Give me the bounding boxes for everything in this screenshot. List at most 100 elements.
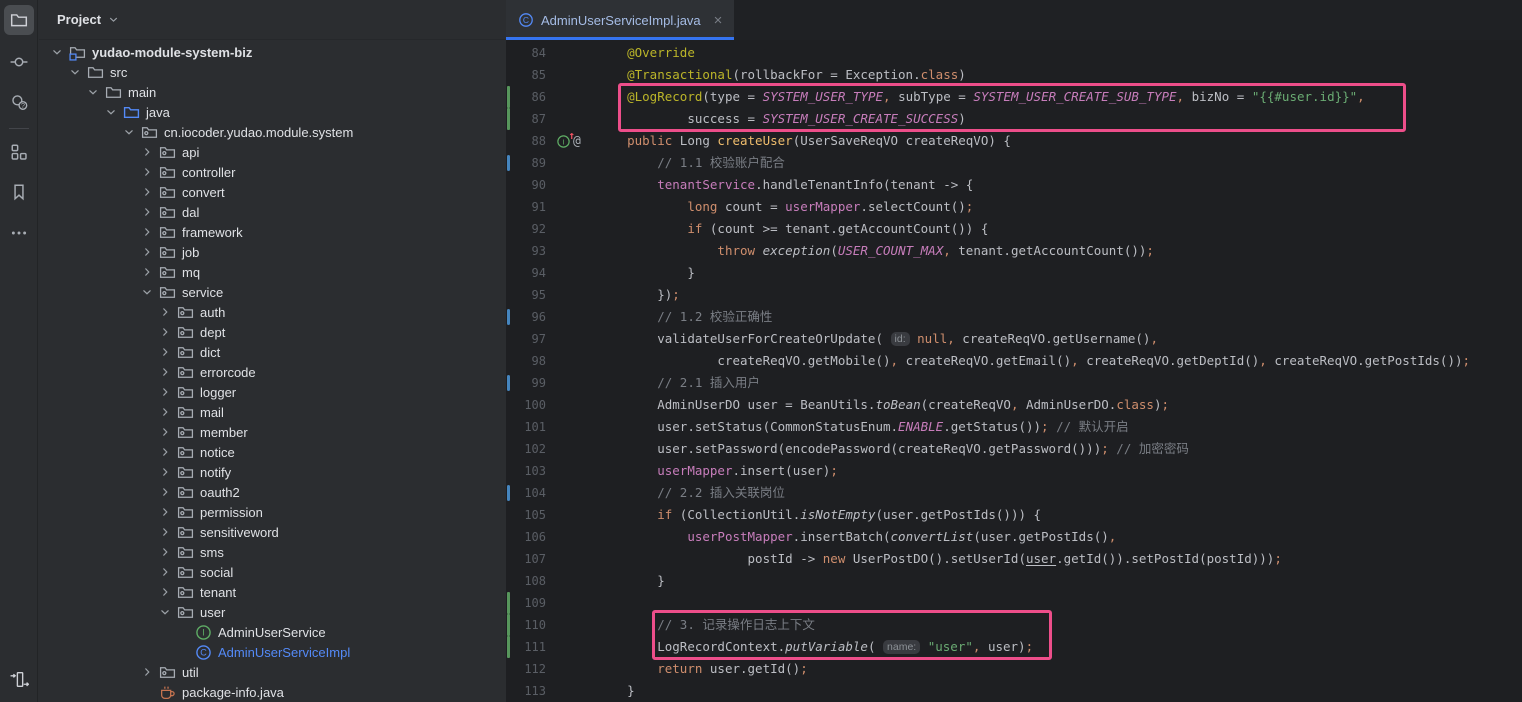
tree-item-permission[interactable]: permission	[39, 502, 506, 522]
line-number[interactable]: 109	[506, 592, 546, 614]
chevron-right-icon[interactable]	[139, 224, 155, 240]
line-number[interactable]: 106	[506, 526, 546, 548]
line-number[interactable]: 102	[506, 438, 546, 460]
line-number[interactable]: 95	[506, 284, 546, 306]
chevron-right-icon[interactable]	[157, 304, 173, 320]
line-number[interactable]: 112	[506, 658, 546, 680]
commit-icon[interactable]	[4, 47, 34, 77]
chevron-down-icon[interactable]	[103, 104, 119, 120]
chevron-right-icon[interactable]	[157, 444, 173, 460]
code-line-108[interactable]: 108 }	[506, 570, 1522, 592]
line-number[interactable]: 98	[506, 350, 546, 372]
tree-item-oauth2[interactable]: oauth2	[39, 482, 506, 502]
line-number[interactable]: 92	[506, 218, 546, 240]
code-line-105[interactable]: 105 if (CollectionUtil.isNotEmpty(user.g…	[506, 504, 1522, 526]
line-number[interactable]: 91	[506, 196, 546, 218]
chevron-down-icon[interactable]	[67, 64, 83, 80]
tree-item-api[interactable]: api	[39, 142, 506, 162]
code-line-87[interactable]: 87 success = SYSTEM_USER_CREATE_SUCCESS)	[506, 108, 1522, 130]
code-line-90[interactable]: 90 tenantService.handleTenantInfo(tenant…	[506, 174, 1522, 196]
tree-item-mail[interactable]: mail	[39, 402, 506, 422]
code-line-97[interactable]: 97 validateUserForCreateOrUpdate( id: nu…	[506, 328, 1522, 350]
chevron-right-icon[interactable]	[139, 184, 155, 200]
chevron-down-icon[interactable]	[107, 13, 120, 26]
line-number[interactable]: 108	[506, 570, 546, 592]
code-line-103[interactable]: 103 userMapper.insert(user);	[506, 460, 1522, 482]
chevron-right-icon[interactable]	[157, 364, 173, 380]
code-line-113[interactable]: 113 }	[506, 680, 1522, 702]
tree-item-mq[interactable]: mq	[39, 262, 506, 282]
line-number[interactable]: 99	[506, 372, 546, 394]
close-icon[interactable]: ×	[714, 13, 723, 28]
line-number[interactable]: 93	[506, 240, 546, 262]
project-tree[interactable]: yudao-module-system-bizsrcmainjavacn.ioc…	[39, 41, 506, 702]
code-line-91[interactable]: 91 long count = userMapper.selectCount()…	[506, 196, 1522, 218]
code-area[interactable]: 84 @Override85 @Transactional(rollbackFo…	[506, 40, 1522, 702]
code-line-95[interactable]: 95 });	[506, 284, 1522, 306]
line-number[interactable]: 103	[506, 460, 546, 482]
code-line-100[interactable]: 100 AdminUserDO user = BeanUtils.toBean(…	[506, 394, 1522, 416]
tree-item-convert[interactable]: convert	[39, 182, 506, 202]
tree-item-member[interactable]: member	[39, 422, 506, 442]
line-number[interactable]: 87	[506, 108, 546, 130]
tree-item-tenant[interactable]: tenant	[39, 582, 506, 602]
bookmarks-icon[interactable]	[4, 177, 34, 207]
line-number[interactable]: 89	[506, 152, 546, 174]
line-number[interactable]: 110	[506, 614, 546, 636]
tree-item-java[interactable]: java	[39, 102, 506, 122]
chevron-right-icon[interactable]	[157, 584, 173, 600]
tree-item-dept[interactable]: dept	[39, 322, 506, 342]
line-number[interactable]: 107	[506, 548, 546, 570]
code-line-96[interactable]: 96 // 1.2 校验正确性	[506, 306, 1522, 328]
line-number[interactable]: 100	[506, 394, 546, 416]
chevron-right-icon[interactable]	[157, 544, 173, 560]
line-number[interactable]: 113	[506, 680, 546, 702]
tree-item-social[interactable]: social	[39, 562, 506, 582]
chevron-down-icon[interactable]	[121, 124, 137, 140]
code-line-84[interactable]: 84 @Override	[506, 42, 1522, 64]
tree-item-service[interactable]: service	[39, 282, 506, 302]
code-line-86[interactable]: 86 @LogRecord(type = SYSTEM_USER_TYPE, s…	[506, 86, 1522, 108]
tree-item-util[interactable]: util	[39, 662, 506, 682]
code-line-110[interactable]: 110 // 3. 记录操作日志上下文	[506, 614, 1522, 636]
chevron-right-icon[interactable]	[139, 144, 155, 160]
tree-item-cn-iocoder-yudao-module-system[interactable]: cn.iocoder.yudao.module.system	[39, 122, 506, 142]
tree-item-sensitiveword[interactable]: sensitiveword	[39, 522, 506, 542]
line-number[interactable]: 85	[506, 64, 546, 86]
code-line-104[interactable]: 104 // 2.2 插入关联岗位	[506, 482, 1522, 504]
chevron-right-icon[interactable]	[139, 164, 155, 180]
tab-adminuserserviceimpl[interactable]: C AdminUserServiceImpl.java ×	[506, 0, 734, 40]
line-number[interactable]: 90	[506, 174, 546, 196]
code-line-102[interactable]: 102 user.setPassword(encodePassword(crea…	[506, 438, 1522, 460]
chevron-right-icon[interactable]	[157, 404, 173, 420]
line-number[interactable]: 94	[506, 262, 546, 284]
code-line-109[interactable]: 109	[506, 592, 1522, 614]
code-line-92[interactable]: 92 if (count >= tenant.getAccountCount()…	[506, 218, 1522, 240]
line-number[interactable]: 84	[506, 42, 546, 64]
tree-item-auth[interactable]: auth	[39, 302, 506, 322]
line-number[interactable]: 97	[506, 328, 546, 350]
panel-arrows-icon[interactable]	[4, 664, 34, 694]
line-number[interactable]: 111	[506, 636, 546, 658]
line-number[interactable]: 88	[506, 130, 546, 152]
code-line-89[interactable]: 89 // 1.1 校验账户配合	[506, 152, 1522, 174]
chevron-right-icon[interactable]	[157, 324, 173, 340]
chevron-down-icon[interactable]	[49, 44, 65, 60]
chevron-right-icon[interactable]	[157, 484, 173, 500]
chevron-right-icon[interactable]	[157, 384, 173, 400]
line-number[interactable]: 101	[506, 416, 546, 438]
gutter-icons[interactable]: I↑@	[556, 132, 581, 150]
tree-item-user[interactable]: user	[39, 602, 506, 622]
code-line-93[interactable]: 93 throw exception(USER_COUNT_MAX, tenan…	[506, 240, 1522, 262]
tree-item-controller[interactable]: controller	[39, 162, 506, 182]
tree-item-job[interactable]: job	[39, 242, 506, 262]
code-line-94[interactable]: 94 }	[506, 262, 1522, 284]
tree-item-yudao-module-system-biz[interactable]: yudao-module-system-biz	[39, 42, 506, 62]
chevron-right-icon[interactable]	[157, 464, 173, 480]
tree-item-src[interactable]: src	[39, 62, 506, 82]
tree-item-main[interactable]: main	[39, 82, 506, 102]
code-line-98[interactable]: 98 createReqVO.getMobile(), createReqVO.…	[506, 350, 1522, 372]
chevron-down-icon[interactable]	[157, 604, 173, 620]
tree-item-dict[interactable]: dict	[39, 342, 506, 362]
project-panel-header[interactable]: Project	[39, 0, 506, 40]
